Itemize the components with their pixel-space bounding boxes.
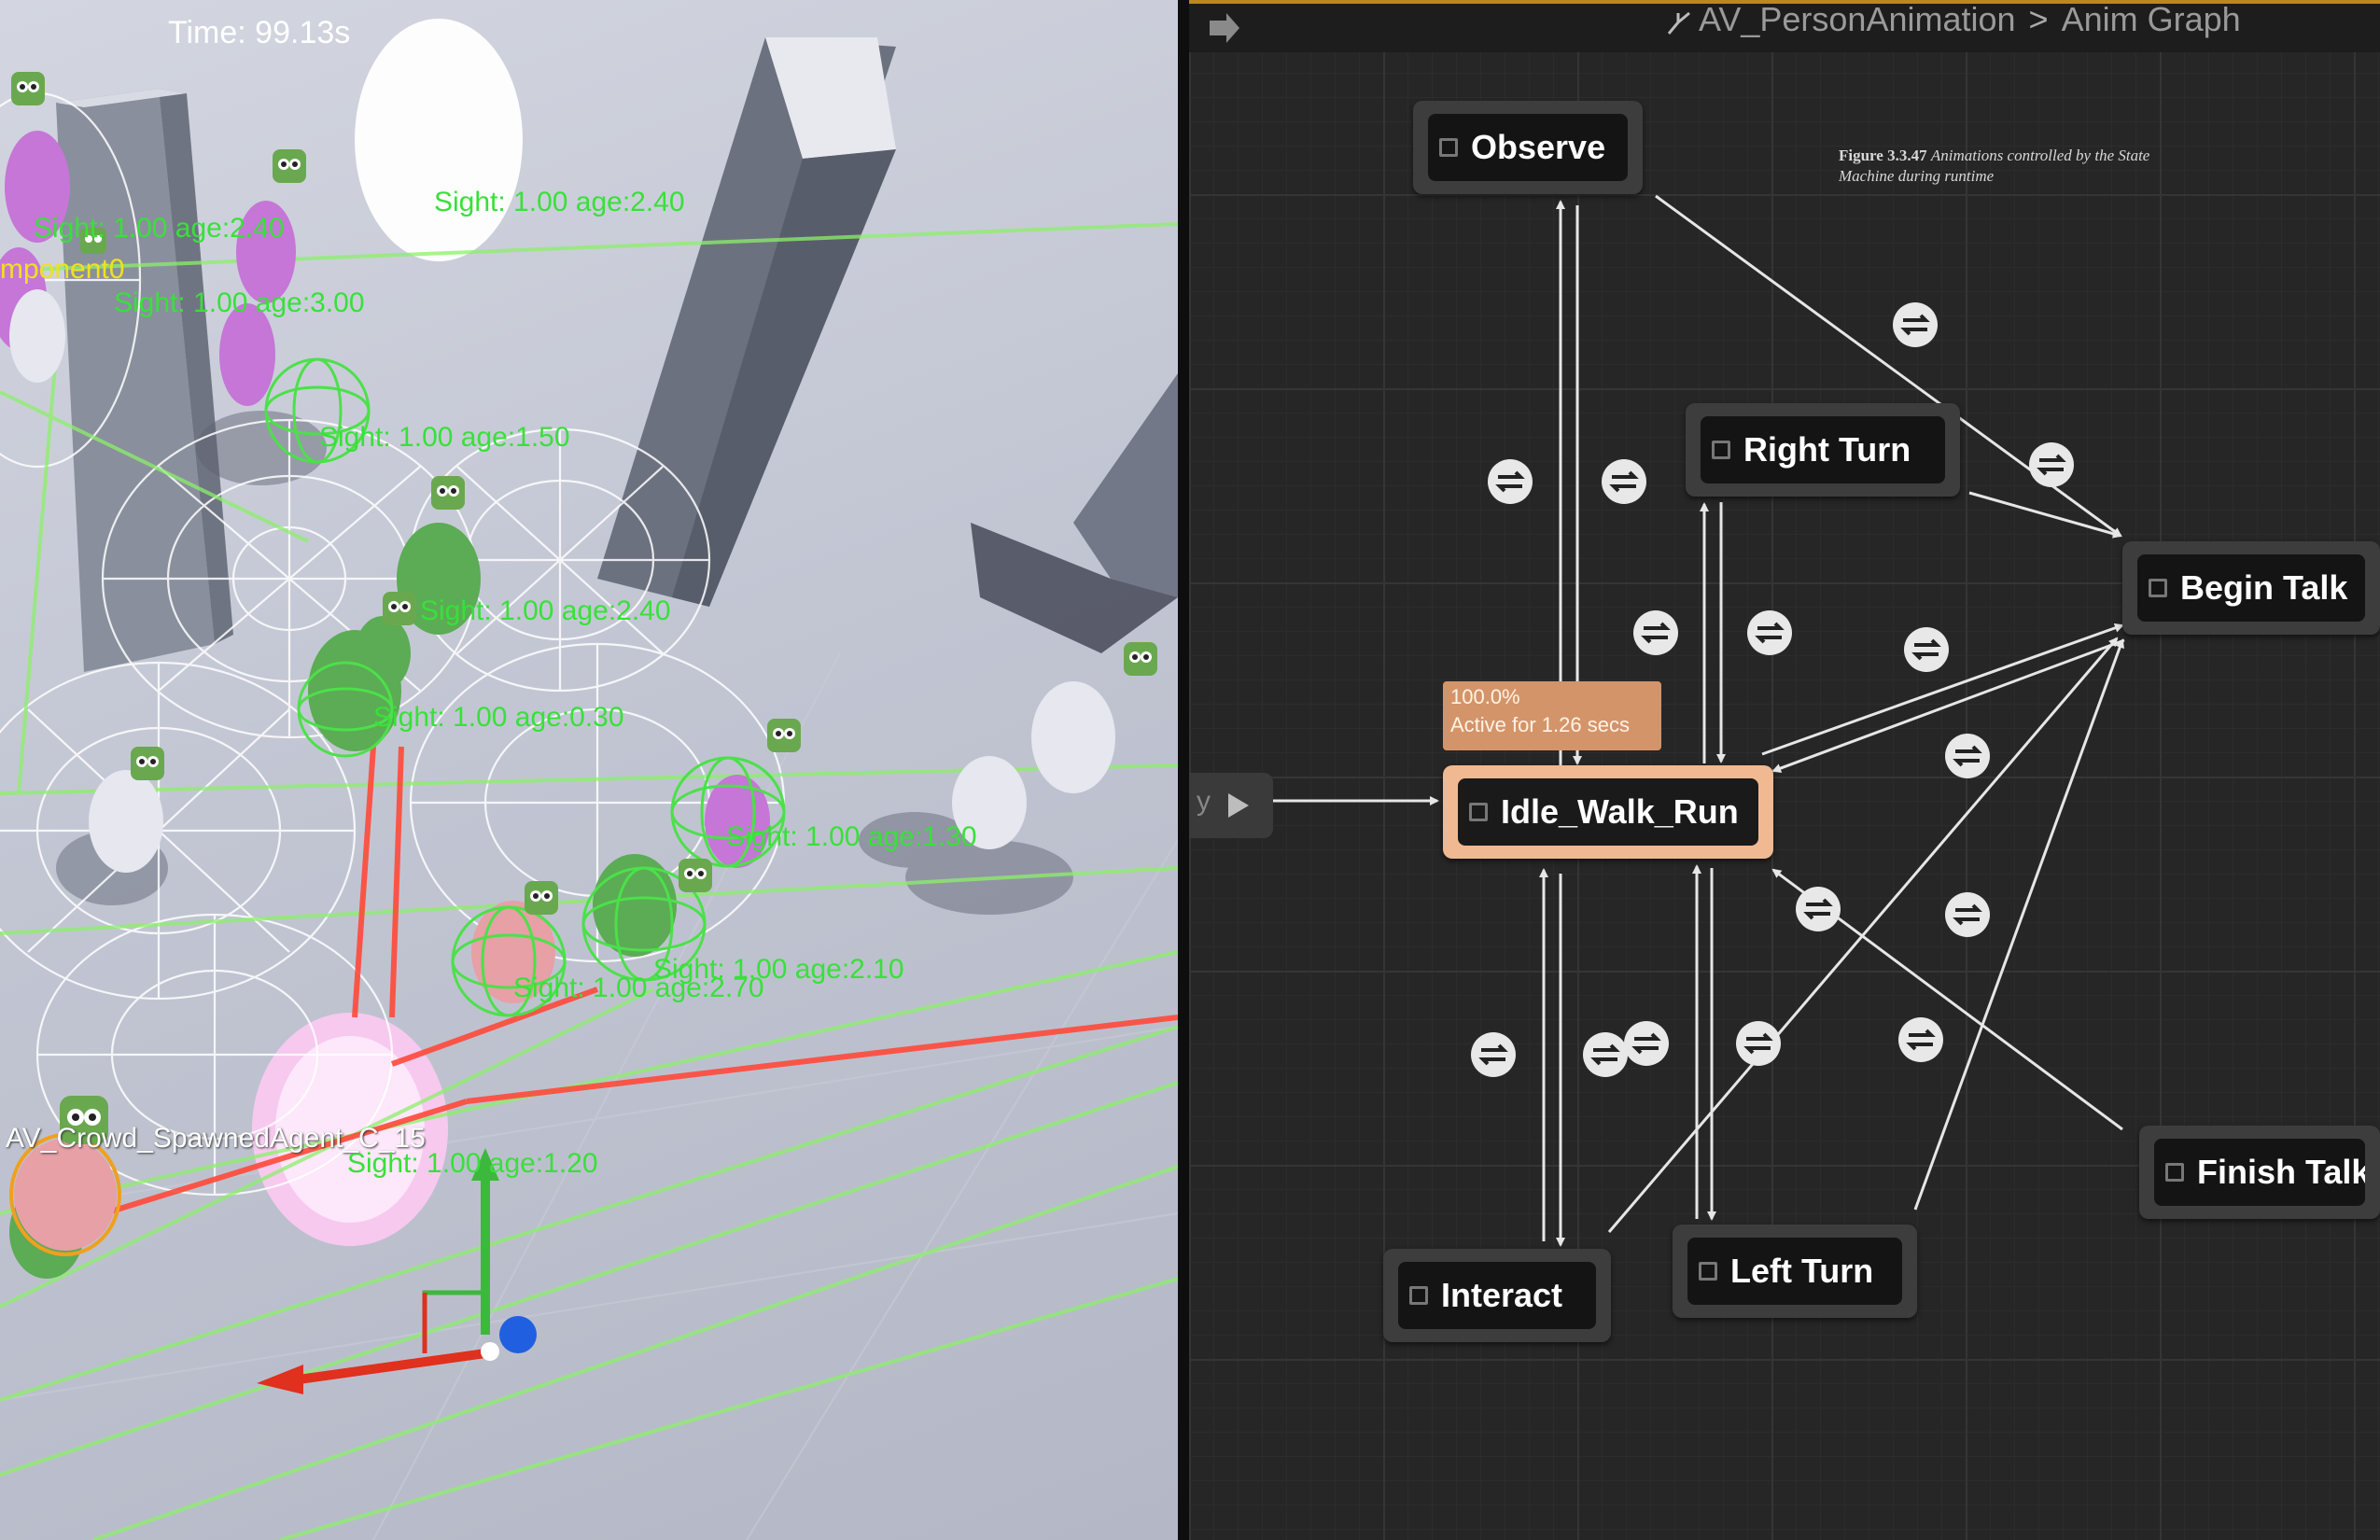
transition-rule-icon[interactable] (1892, 301, 1939, 348)
active-state-badge: 100.0% Active for 1.26 secs (1443, 681, 1661, 750)
state-icon (1712, 441, 1730, 459)
state-interact[interactable]: Interact (1383, 1249, 1611, 1342)
state-label: Begin Talk (2180, 568, 2348, 607)
transition-rule-icon[interactable] (2028, 441, 2075, 488)
state-icon (1409, 1286, 1428, 1305)
transition-rule-icon[interactable] (1470, 1031, 1517, 1078)
component-label: mponent0 (0, 254, 125, 285)
transition-rule-icon[interactable] (1746, 609, 1793, 656)
transition-rule-icon[interactable] (1582, 1031, 1629, 1078)
entry-label: y (1197, 786, 1211, 817)
transition-rule-icon[interactable] (1735, 1020, 1782, 1067)
state-icon (1469, 803, 1488, 821)
transition-rule-icon[interactable] (1623, 1020, 1670, 1067)
sight-label: Sight: 1.00 age:2.40 (434, 187, 685, 217)
panel-divider[interactable] (1178, 0, 1189, 1540)
state-begin-talk[interactable]: Begin Talk (2122, 541, 2380, 635)
pillar (971, 373, 1178, 653)
figure-caption: Figure 3.3.47 Animations controlled by t… (1839, 146, 2175, 187)
state-icon (1439, 138, 1458, 157)
active-percent: 100.0% (1450, 685, 1520, 708)
state-left-turn[interactable]: Left Turn (1673, 1225, 1917, 1318)
state-finish-talk[interactable]: Finish Talki (2139, 1126, 2380, 1219)
transition-rule-icon[interactable] (1487, 458, 1533, 505)
state-icon (2149, 579, 2167, 597)
state-label: Finish Talki (2197, 1153, 2365, 1191)
transition-rule-icon[interactable] (1795, 886, 1841, 932)
sight-label: Sight: 1.00 age:3.00 (114, 287, 365, 318)
transition-rule-icon[interactable] (1632, 609, 1679, 656)
figure-number: Figure 3.3.47 (1839, 147, 1927, 164)
game-viewport[interactable]: Time: 99.13s mponent0 AV_Crowd_SpawnedAg… (0, 0, 1178, 1540)
sight-label: Sight: 1.00 age:1.30 (726, 821, 977, 852)
anim-graph-panel[interactable]: AV_PersonAnimation > Anim Graph Figure 3… (1189, 0, 2380, 1540)
exec-pin-icon[interactable] (1226, 791, 1251, 819)
transition-rule-icon[interactable] (1903, 626, 1950, 673)
pillar (56, 89, 233, 672)
sight-label: Sight: 1.00 age:2.40 (34, 213, 285, 244)
transition-rule-icon[interactable] (1897, 1016, 1944, 1063)
state-label: Interact (1441, 1276, 1563, 1314)
transition-rule-icon[interactable] (1944, 891, 1991, 938)
sight-label: Sight: 1.00 age:2.70 (513, 973, 764, 1003)
time-readout: Time: 99.13s (168, 15, 351, 50)
light-cylinder (355, 19, 523, 261)
active-duration: Active for 1.26 secs (1450, 713, 1630, 736)
state-icon (2165, 1163, 2184, 1182)
sight-label: Sight: 1.00 age:1.50 (319, 422, 570, 453)
state-idle-walk-run[interactable]: Idle_Walk_Run (1443, 765, 1773, 859)
sight-label: Sight: 1.00 age:2.40 (420, 595, 671, 626)
state-icon (1699, 1262, 1717, 1281)
sight-label: Sight: 1.00 age:1.20 (347, 1148, 598, 1179)
state-label: Idle_Walk_Run (1501, 792, 1739, 831)
state-right-turn[interactable]: Right Turn (1686, 403, 1960, 497)
sight-label: Sight: 1.00 age:0.30 (373, 702, 624, 733)
entry-node[interactable]: y (1189, 773, 1273, 838)
transition-rule-icon[interactable] (1601, 458, 1647, 505)
state-label: Observe (1471, 128, 1606, 166)
state-label: Right Turn (1743, 430, 1911, 469)
state-label: Left Turn (1730, 1252, 1874, 1290)
transition-rule-icon[interactable] (1944, 733, 1991, 779)
state-observe[interactable]: Observe (1413, 101, 1643, 194)
